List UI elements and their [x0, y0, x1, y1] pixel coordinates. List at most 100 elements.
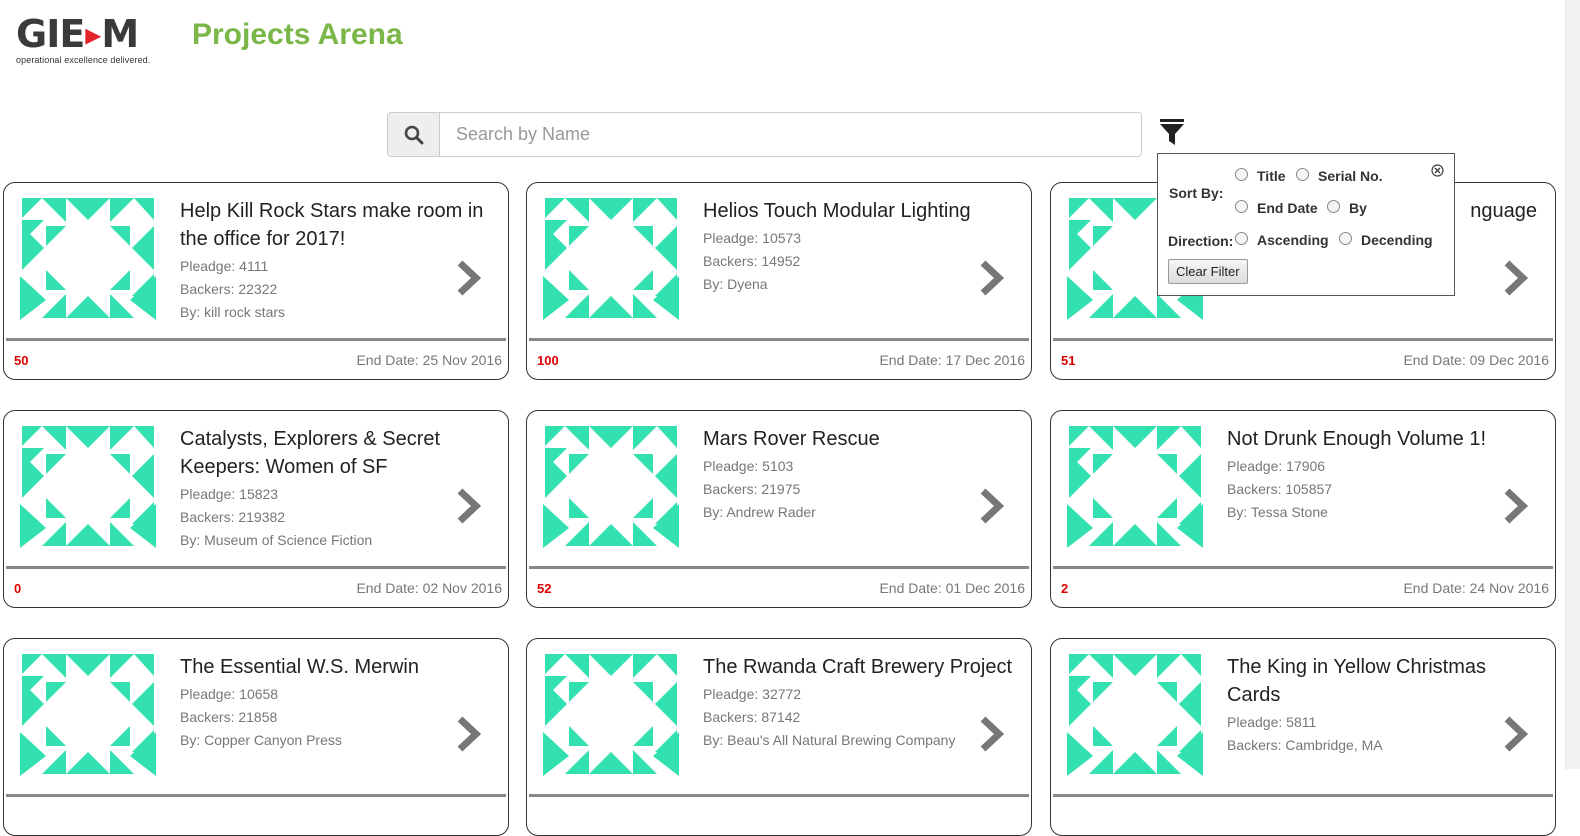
- chevron-right-icon[interactable]: [1501, 259, 1531, 297]
- descending-radio[interactable]: [1339, 232, 1352, 245]
- card-divider: [529, 566, 1029, 569]
- project-pledge: Pleadge: 5103: [703, 458, 794, 474]
- project-thumbnail: [543, 424, 679, 548]
- project-percent: 2: [1061, 581, 1069, 596]
- project-end-date: End Date: 24 Nov 2016: [1403, 580, 1549, 596]
- sort-title-radio[interactable]: [1235, 168, 1248, 181]
- clear-filter-button[interactable]: Clear Filter: [1168, 259, 1248, 284]
- project-thumbnail: [20, 196, 156, 320]
- search-icon: [404, 125, 423, 144]
- ascending-label: Ascending: [1257, 232, 1329, 248]
- close-icon[interactable]: [1431, 164, 1444, 177]
- search-button[interactable]: [388, 113, 440, 156]
- project-backers: Backers: 21975: [703, 481, 801, 497]
- project-backers: Backers: 219382: [180, 509, 286, 525]
- project-card[interactable]: Catalysts, Explorers & Secret Keepers: W…: [3, 410, 509, 608]
- project-title: Help Kill Rock Stars make room in the of…: [180, 200, 484, 250]
- chevron-right-icon[interactable]: [1501, 487, 1531, 525]
- card-divider: [6, 566, 506, 569]
- project-backers: Backers: 22322: [180, 281, 278, 297]
- project-percent: 51: [1061, 353, 1076, 368]
- funnel-icon[interactable]: [1158, 116, 1186, 148]
- chevron-right-icon[interactable]: [454, 487, 484, 525]
- sort-by-label: Sort By:: [1169, 185, 1224, 201]
- project-end-date: End Date: 02 Nov 2016: [356, 580, 502, 596]
- project-pledge: Pleadge: 5811: [1227, 714, 1317, 730]
- project-thumbnail: [543, 652, 679, 776]
- project-pledge: Pleadge: 15823: [180, 486, 279, 502]
- project-thumbnail: [20, 424, 156, 548]
- card-divider: [529, 338, 1029, 341]
- project-title: Helios Touch Modular Lighting: [703, 200, 971, 222]
- project-thumbnail: [543, 196, 679, 320]
- card-divider: [1053, 338, 1553, 341]
- project-card[interactable]: Mars Rover Rescue Pleadge: 5103 Backers: 2…: [526, 410, 1032, 608]
- sort-end-date-label: End Date: [1257, 200, 1318, 216]
- filter-popup: Sort By: Title Serial No. End Date By Di…: [1157, 153, 1455, 296]
- project-end-date: End Date: 09 Dec 2016: [1403, 352, 1549, 368]
- project-pledge: Pleadge: 4111: [180, 258, 269, 274]
- project-backers: Backers: 21858: [180, 709, 278, 725]
- project-title: The King in Yellow Christmas Cards: [1227, 656, 1487, 706]
- project-backers: Backers: 14952: [703, 253, 801, 269]
- chevron-right-icon[interactable]: [1501, 715, 1531, 753]
- direction-label: Direction:: [1168, 233, 1234, 249]
- logo-wordmark: GIE ▸ M: [16, 14, 168, 54]
- project-percent: 0: [14, 581, 22, 596]
- chevron-right-icon[interactable]: [454, 715, 484, 753]
- project-end-date: End Date: 01 Dec 2016: [879, 580, 1025, 596]
- sort-title-label: Title: [1257, 168, 1286, 184]
- project-end-date: End Date: 25 Nov 2016: [356, 352, 502, 368]
- project-by: By: Copper Canyon Press: [180, 732, 342, 748]
- chevron-right-icon[interactable]: [977, 487, 1007, 525]
- chevron-right-icon[interactable]: [977, 715, 1007, 753]
- page-scrollbar[interactable]: [1565, 0, 1580, 769]
- gieom-logo[interactable]: GIE ▸ M operational excellence delivered…: [16, 14, 168, 70]
- project-thumbnail: [1067, 652, 1203, 776]
- ascending-radio[interactable]: [1235, 232, 1248, 245]
- sort-by-radio[interactable]: [1327, 200, 1340, 213]
- logo-tagline: operational excellence delivered.: [16, 55, 151, 65]
- project-title: The Rwanda Craft Brewery Project: [703, 656, 1013, 678]
- project-end-date: End Date: 17 Dec 2016: [879, 352, 1025, 368]
- project-pledge: Pleadge: 32772: [703, 686, 802, 702]
- card-divider: [1053, 566, 1553, 569]
- project-title: The Essential W.S. Merwin: [180, 656, 419, 678]
- sort-serial-radio[interactable]: [1296, 168, 1309, 181]
- project-by: By: kill rock stars: [180, 304, 286, 320]
- project-percent: 50: [14, 353, 29, 368]
- search-bar: [387, 112, 1142, 157]
- project-by: By: Tessa Stone: [1227, 504, 1328, 520]
- project-by: By: Dyena: [703, 276, 768, 292]
- project-thumbnail: [1067, 424, 1203, 548]
- search-input[interactable]: [440, 113, 1141, 156]
- chevron-right-icon[interactable]: [454, 259, 484, 297]
- logo-wordmark-right: M: [101, 12, 139, 56]
- project-pledge: Pleadge: 17906: [1227, 458, 1326, 474]
- project-backers: Backers: 87142: [703, 709, 801, 725]
- project-card[interactable]: Help Kill Rock Stars make room in the of…: [3, 182, 509, 380]
- project-card[interactable]: Helios Touch Modular Lighting Pleadge: 10…: [526, 182, 1032, 380]
- card-divider: [1053, 794, 1553, 797]
- project-pledge: Pleadge: 10658: [180, 686, 279, 702]
- project-percent: 100: [537, 353, 559, 368]
- project-pledge: Pleadge: 10573: [703, 230, 802, 246]
- project-by: By: Beau's All Natural Brewing Company: [703, 732, 956, 748]
- project-backers: Backers: 105857: [1227, 481, 1333, 497]
- logo-wordmark-left: GIE: [16, 12, 85, 56]
- project-percent: 52: [537, 581, 552, 596]
- project-by: By: Andrew Rader: [703, 504, 816, 520]
- project-card[interactable]: The Rwanda Craft Brewery Project Pleadge:…: [526, 638, 1032, 836]
- project-backers: Backers: Cambridge, MA: [1227, 737, 1383, 753]
- project-card[interactable]: The Essential W.S. Merwin Pleadge: 10658 B…: [3, 638, 509, 836]
- card-divider: [6, 794, 506, 797]
- descending-label: Decending: [1361, 232, 1433, 248]
- chevron-right-icon[interactable]: [977, 259, 1007, 297]
- project-card[interactable]: Not Drunk Enough Volume 1! Pleadge: 17906…: [1050, 410, 1556, 608]
- sort-end-date-radio[interactable]: [1235, 200, 1248, 213]
- project-title: Mars Rover Rescue: [703, 428, 880, 450]
- page-title: Projects Arena: [192, 18, 403, 51]
- logo-play-glyph: ▸: [85, 15, 101, 53]
- project-card[interactable]: The King in Yellow Christmas Cards Pleadg…: [1050, 638, 1556, 836]
- project-title: Not Drunk Enough Volume 1!: [1227, 428, 1487, 450]
